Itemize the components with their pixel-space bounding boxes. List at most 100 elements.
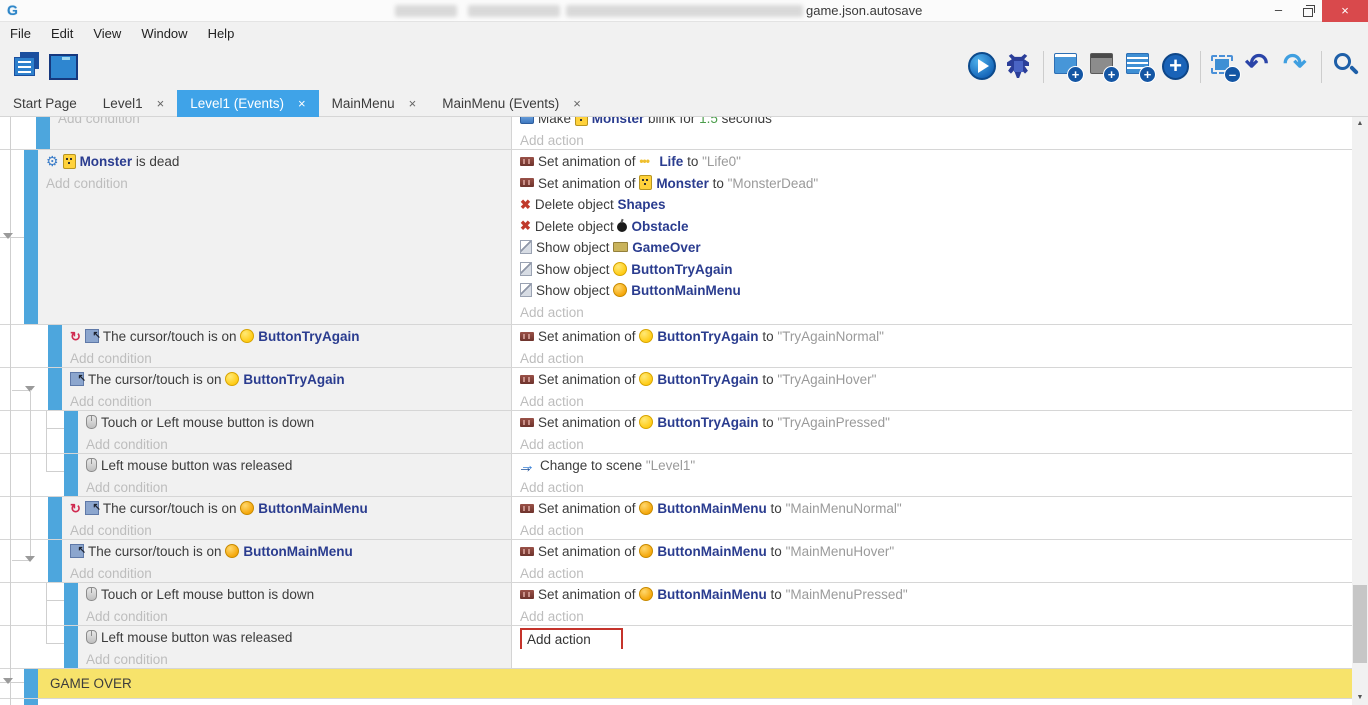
menu-item-edit[interactable]: Edit: [41, 26, 83, 41]
delete-icon[interactable]: [1207, 49, 1243, 85]
debug-icon[interactable]: [1001, 49, 1037, 85]
collapse-arrow-icon[interactable]: [3, 678, 13, 684]
scene-editor-icon[interactable]: [44, 49, 80, 85]
action-line[interactable]: Show object ButtonTryAgain: [512, 259, 1352, 281]
condition-line[interactable]: Left mouse button was released: [78, 455, 511, 477]
add-action[interactable]: Add action: [512, 563, 1352, 583]
condition-cell[interactable]: Monster is deadAdd condition: [38, 150, 512, 324]
scroll-up-icon[interactable]: ▲: [1352, 117, 1368, 131]
condition-cell[interactable]: Touch or Left mouse button is downAdd co…: [78, 411, 512, 453]
condition-line[interactable]: Left mouse button was released: [78, 627, 511, 649]
action-line[interactable]: Set animation of ButtonTryAgain to "TryA…: [512, 412, 1352, 434]
add-action[interactable]: Add action: [512, 391, 1352, 411]
action-cell[interactable]: Set animation of ButtonTryAgain to "TryA…: [512, 368, 1352, 410]
tab-level1[interactable]: Level1×: [90, 90, 177, 117]
action-line[interactable]: Set animation of ButtonTryAgain to "TryA…: [512, 369, 1352, 391]
tab-mainmenu-events[interactable]: MainMenu (Events)×: [429, 90, 594, 117]
tab-level1-events[interactable]: Level1 (Events)×: [177, 90, 318, 117]
add-event-icon[interactable]: [1050, 49, 1086, 85]
event-indent-bar[interactable]: [48, 497, 62, 539]
close-button[interactable]: ×: [1322, 0, 1368, 22]
vertical-scrollbar[interactable]: ▲ ▼: [1352, 117, 1368, 705]
action-cell[interactable]: Set animation of ButtonMainMenu to "Main…: [512, 583, 1352, 625]
condition-cell[interactable]: The cursor/touch is on ButtonTryAgainAdd…: [62, 368, 512, 410]
add-condition[interactable]: Add condition: [62, 391, 511, 411]
action-line[interactable]: Show object GameOver: [512, 237, 1352, 259]
action-line[interactable]: Set animation of ButtonMainMenu to "Main…: [512, 584, 1352, 606]
condition-line[interactable]: The cursor/touch is on ButtonMainMenu: [62, 541, 511, 563]
add-condition[interactable]: Add condition: [38, 173, 511, 195]
tab-close-icon[interactable]: ×: [157, 96, 165, 111]
action-cell[interactable]: Add action: [512, 626, 1352, 668]
tab-start-page[interactable]: Start Page: [0, 90, 90, 117]
condition-cell[interactable]: Left mouse button was releasedAdd condit…: [78, 626, 512, 668]
event-indent-bar[interactable]: [24, 669, 38, 698]
menu-item-file[interactable]: File: [0, 26, 41, 41]
event-indent-bar[interactable]: [24, 699, 38, 705]
action-cell[interactable]: Change to scene "Level1"Add action: [512, 454, 1352, 496]
condition-cell[interactable]: The cursor/touch is on ButtonTryAgainAdd…: [62, 325, 512, 367]
add-action[interactable]: Add action: [512, 520, 1352, 540]
event-indent-bar[interactable]: [48, 540, 62, 582]
action-line[interactable]: Set animation of ButtonMainMenu to "Main…: [512, 541, 1352, 563]
add-condition[interactable]: Add condition: [78, 649, 511, 669]
event-indent-bar[interactable]: [24, 150, 38, 324]
minimize-button[interactable]: –: [1264, 0, 1293, 22]
menu-item-window[interactable]: Window: [131, 26, 197, 41]
add-condition[interactable]: Add condition: [78, 434, 511, 454]
add-condition[interactable]: Add condition: [62, 348, 511, 368]
action-cell[interactable]: Set animation of ButtonTryAgain to "TryA…: [512, 411, 1352, 453]
action-line[interactable]: Add action: [512, 627, 1352, 649]
event-indent-bar[interactable]: [64, 626, 78, 668]
add-subevent-icon[interactable]: [1086, 49, 1122, 85]
action-line[interactable]: Set animation of Monster to "MonsterDead…: [512, 173, 1352, 195]
redo-icon[interactable]: [1279, 49, 1315, 85]
action-cell[interactable]: Set animation of ButtonMainMenu to "Main…: [512, 497, 1352, 539]
add-action[interactable]: Add action: [512, 477, 1352, 497]
event-indent-bar[interactable]: [48, 325, 62, 367]
project-manager-icon[interactable]: [8, 49, 44, 85]
menu-item-help[interactable]: Help: [198, 26, 245, 41]
condition-cell[interactable]: The cursor/touch is on ButtonMainMenuAdd…: [62, 540, 512, 582]
condition-line[interactable]: Touch or Left mouse button is down: [78, 412, 511, 434]
add-condition[interactable]: Add condition: [78, 606, 511, 626]
add-action-highlighted[interactable]: Add action: [520, 628, 623, 649]
collapse-arrow-icon[interactable]: [25, 556, 35, 562]
action-line[interactable]: Set animation of ButtonTryAgain to "TryA…: [512, 326, 1352, 348]
tab-close-icon[interactable]: ×: [573, 96, 581, 111]
event-indent-bar[interactable]: [64, 583, 78, 625]
condition-cell[interactable]: Touch or Left mouse button is downAdd co…: [78, 583, 512, 625]
collapse-arrow-icon[interactable]: [3, 233, 13, 239]
restore-button[interactable]: [1293, 0, 1322, 22]
action-line[interactable]: Delete object Obstacle: [512, 216, 1352, 238]
action-line[interactable]: Delete object Shapes: [512, 194, 1352, 216]
action-line[interactable]: Set animation of ButtonMainMenu to "Main…: [512, 498, 1352, 520]
action-line[interactable]: Set animation of Life to "Life0": [512, 151, 1352, 173]
comment-cell[interactable]: GAME OVER: [38, 669, 1352, 698]
action-cell[interactable]: Set animation of Life to "Life0"Set anim…: [512, 150, 1352, 324]
condition-line[interactable]: Monster is dead: [38, 151, 511, 173]
add-plus-icon[interactable]: [1158, 49, 1194, 85]
search-icon[interactable]: [1328, 49, 1364, 85]
add-action[interactable]: Add action: [512, 302, 1352, 324]
tab-close-icon[interactable]: ×: [409, 96, 417, 111]
action-line[interactable]: Change to scene "Level1": [512, 455, 1352, 477]
add-condition[interactable]: Add condition: [50, 117, 511, 130]
condition-cell[interactable]: Add condition: [50, 117, 512, 149]
add-comment-icon[interactable]: [1122, 49, 1158, 85]
condition-line[interactable]: Touch or Left mouse button is down: [78, 584, 511, 606]
action-cell[interactable]: Make Monster blink for 1.5 secondsAdd ac…: [512, 117, 1352, 149]
add-action[interactable]: Add action: [512, 434, 1352, 454]
tab-mainmenu[interactable]: MainMenu×: [319, 90, 430, 117]
menu-item-view[interactable]: View: [83, 26, 131, 41]
event-indent-bar[interactable]: [64, 411, 78, 453]
add-condition[interactable]: Add condition: [78, 477, 511, 497]
condition-line[interactable]: The cursor/touch is on ButtonTryAgain: [62, 326, 511, 348]
condition-line[interactable]: The cursor/touch is on ButtonTryAgain: [62, 369, 511, 391]
scrollbar-thumb[interactable]: [1353, 585, 1367, 663]
play-icon[interactable]: [965, 49, 1001, 85]
add-action[interactable]: Add action: [512, 348, 1352, 368]
add-condition[interactable]: Add condition: [62, 520, 511, 540]
add-condition[interactable]: Add condition: [62, 563, 511, 583]
add-action[interactable]: Add action: [512, 130, 1352, 150]
